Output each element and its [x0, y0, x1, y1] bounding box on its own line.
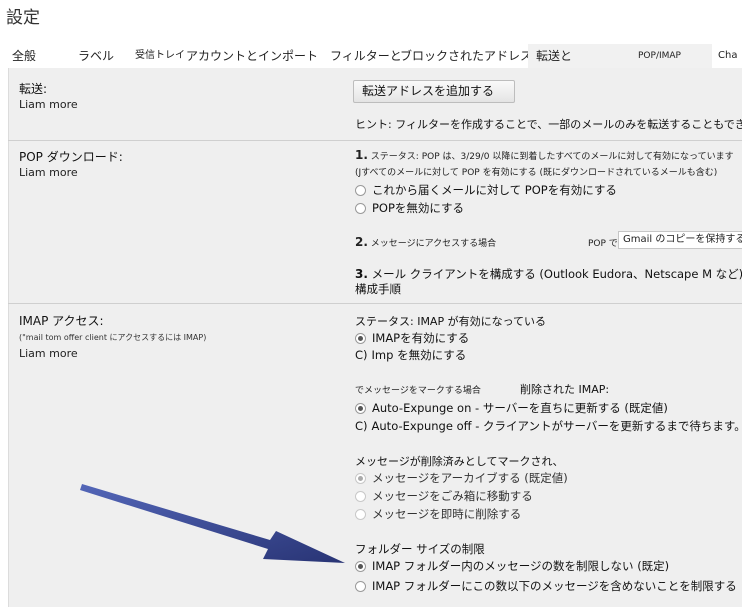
folder-size-heading: フォルダー サイズの制限 [355, 542, 485, 556]
pop-config-instructions-link[interactable]: 構成手順 [355, 281, 401, 297]
imap-mark-heading: でメッセージをマークする場合 [355, 386, 481, 396]
tab-blocked-addresses[interactable]: ブロックされたアドレス [400, 44, 532, 68]
pop-step3-text: メール クライアントを構成する (Outlook Eudora、Netscape… [371, 267, 742, 281]
imap-access-note: ("mail tom offer client にアクセスするには IMAP) [19, 333, 207, 342]
pop-download-label: POP ダウンロード: [19, 150, 123, 164]
tab-accounts-import[interactable]: アカウントとインポート [186, 44, 318, 68]
row-divider [8, 140, 742, 141]
forwarding-learn-more-link[interactable]: Liam more [19, 98, 78, 111]
radio-icon [355, 184, 366, 196]
radio-icon [355, 490, 366, 502]
add-forwarding-address-button[interactable]: 転送アドレスを追加する [353, 80, 515, 103]
tab-filters[interactable]: フィルターと [330, 44, 402, 68]
pop-enable-new-option[interactable]: これから届くメールに対して POPを有効にする [355, 182, 617, 198]
radio-icon [355, 508, 366, 520]
pop-status: 1. ステータス: POP は、3/29/0 以降に到着したすべてのメールに対し… [355, 148, 734, 162]
radio-icon [355, 580, 366, 592]
expunge-off-label: Auto-Expunge off - クライアントがサーバーを更新するまで待ちま… [371, 419, 742, 433]
imap-mark-heading-2: 削除された IMAP: [520, 383, 610, 396]
imap-status: ステータス: IMAP が有効になっている [355, 315, 547, 328]
radio-icon [355, 332, 366, 344]
delete-trash-option[interactable]: メッセージをごみ箱に移動する [355, 488, 533, 504]
imap-learn-more-link[interactable]: Liam more [19, 347, 78, 360]
pop-status-text: ステータス: POP は、3/29/0 以降に到着したすべてのメールに対して有効… [370, 152, 734, 162]
forwarding-hint: ヒント: フィルターを作成することで、一部のメールのみを転送することもできます。 [355, 118, 742, 131]
pop-step2-pop-label: POP で [588, 239, 618, 249]
radio-icon [355, 472, 366, 484]
settings-tabs: 全般 ラベル 受信トレイ アカウントとインポート フィルターと ブロックされたア… [0, 44, 742, 68]
tab-chat[interactable]: Cha [718, 44, 737, 68]
expunge-off-option[interactable]: C) Auto-Expunge off - クライアントがサーバーを更新するまで… [355, 418, 742, 434]
expunge-off-prefix: C) [355, 419, 368, 433]
pop-enable-new-label: これから届くメールに対して POPを有効にする [372, 183, 617, 197]
tab-inbox[interactable]: 受信トレイ [135, 44, 185, 68]
tab-labels[interactable]: ラベル [78, 44, 114, 68]
step1-number: 1. [355, 148, 368, 162]
pop-disable-option[interactable]: POPを無効にする [355, 200, 464, 216]
pop-step2: 2. メッセージにアクセスする場合 [355, 235, 496, 249]
forwarding-label: 転送: [19, 82, 48, 96]
imap-disable-prefix: C) [355, 348, 368, 362]
imap-enable-option[interactable]: IMAPを有効にする [355, 330, 469, 346]
tab-pop-imap-label: POP/IMAP [638, 51, 681, 61]
expunge-on-label: Auto-Expunge on - サーバーを直ちに更新する (既定値) [372, 401, 668, 415]
folder-unlimited-option[interactable]: IMAP フォルダー内のメッセージの数を制限しない (既定) [355, 558, 669, 574]
expunge-on-option[interactable]: Auto-Expunge on - サーバーを直ちに更新する (既定値) [355, 400, 668, 416]
tab-forwarding-pop-imap[interactable]: 転送と POP/IMAP [528, 44, 712, 68]
page-title: 設定 [6, 8, 40, 28]
delete-now-label: メッセージを即時に削除する [372, 507, 522, 521]
step2-number: 2. [355, 235, 368, 249]
folder-limit-option[interactable]: IMAP フォルダーにこの数以下のメッセージを含めないことを制限する [355, 578, 737, 594]
radio-icon [355, 202, 366, 214]
pop-enable-all-note: (Jすべてのメールに対して POP を有効にする (既にダウンロードされているメ… [355, 168, 718, 178]
pop-step2-text: メッセージにアクセスする場合 [370, 239, 497, 249]
row-divider [8, 303, 742, 304]
radio-icon [355, 560, 366, 572]
pop-action-select[interactable]: Gmail のコピーを保持する [618, 231, 742, 249]
folder-unlimited-label: IMAP フォルダー内のメッセージの数を制限しない (既定) [372, 559, 670, 573]
folder-limit-label: IMAP フォルダーにこの数以下のメッセージを含めないことを制限する [372, 579, 737, 593]
pop-disable-label: POPを無効にする [372, 201, 465, 215]
tab-forwarding-label: 転送と [536, 49, 573, 63]
imap-disable-option[interactable]: C) Imp を無効にする [355, 347, 466, 363]
radio-icon [355, 402, 366, 414]
pop-step3: 3. メール クライアントを構成する (Outlook Eudora、Netsc… [355, 266, 742, 282]
delete-archive-option[interactable]: メッセージをアーカイブする (既定値) [355, 470, 568, 486]
step3-number: 3. [355, 267, 368, 281]
imap-access-label: IMAP アクセス: [19, 314, 104, 328]
imap-enable-label: IMAPを有効にする [372, 331, 470, 345]
delete-trash-label: メッセージをごみ箱に移動する [372, 489, 533, 503]
imap-disable-label: Imp を無効にする [371, 348, 467, 362]
tab-general[interactable]: 全般 [12, 44, 36, 68]
delete-now-option[interactable]: メッセージを即時に削除する [355, 506, 521, 522]
delete-archive-label: メッセージをアーカイブする (既定値) [372, 471, 568, 485]
imap-deleted-heading: メッセージが削除済みとしてマークされ、 [355, 455, 564, 468]
pop-learn-more-link[interactable]: Liam more [19, 166, 78, 179]
